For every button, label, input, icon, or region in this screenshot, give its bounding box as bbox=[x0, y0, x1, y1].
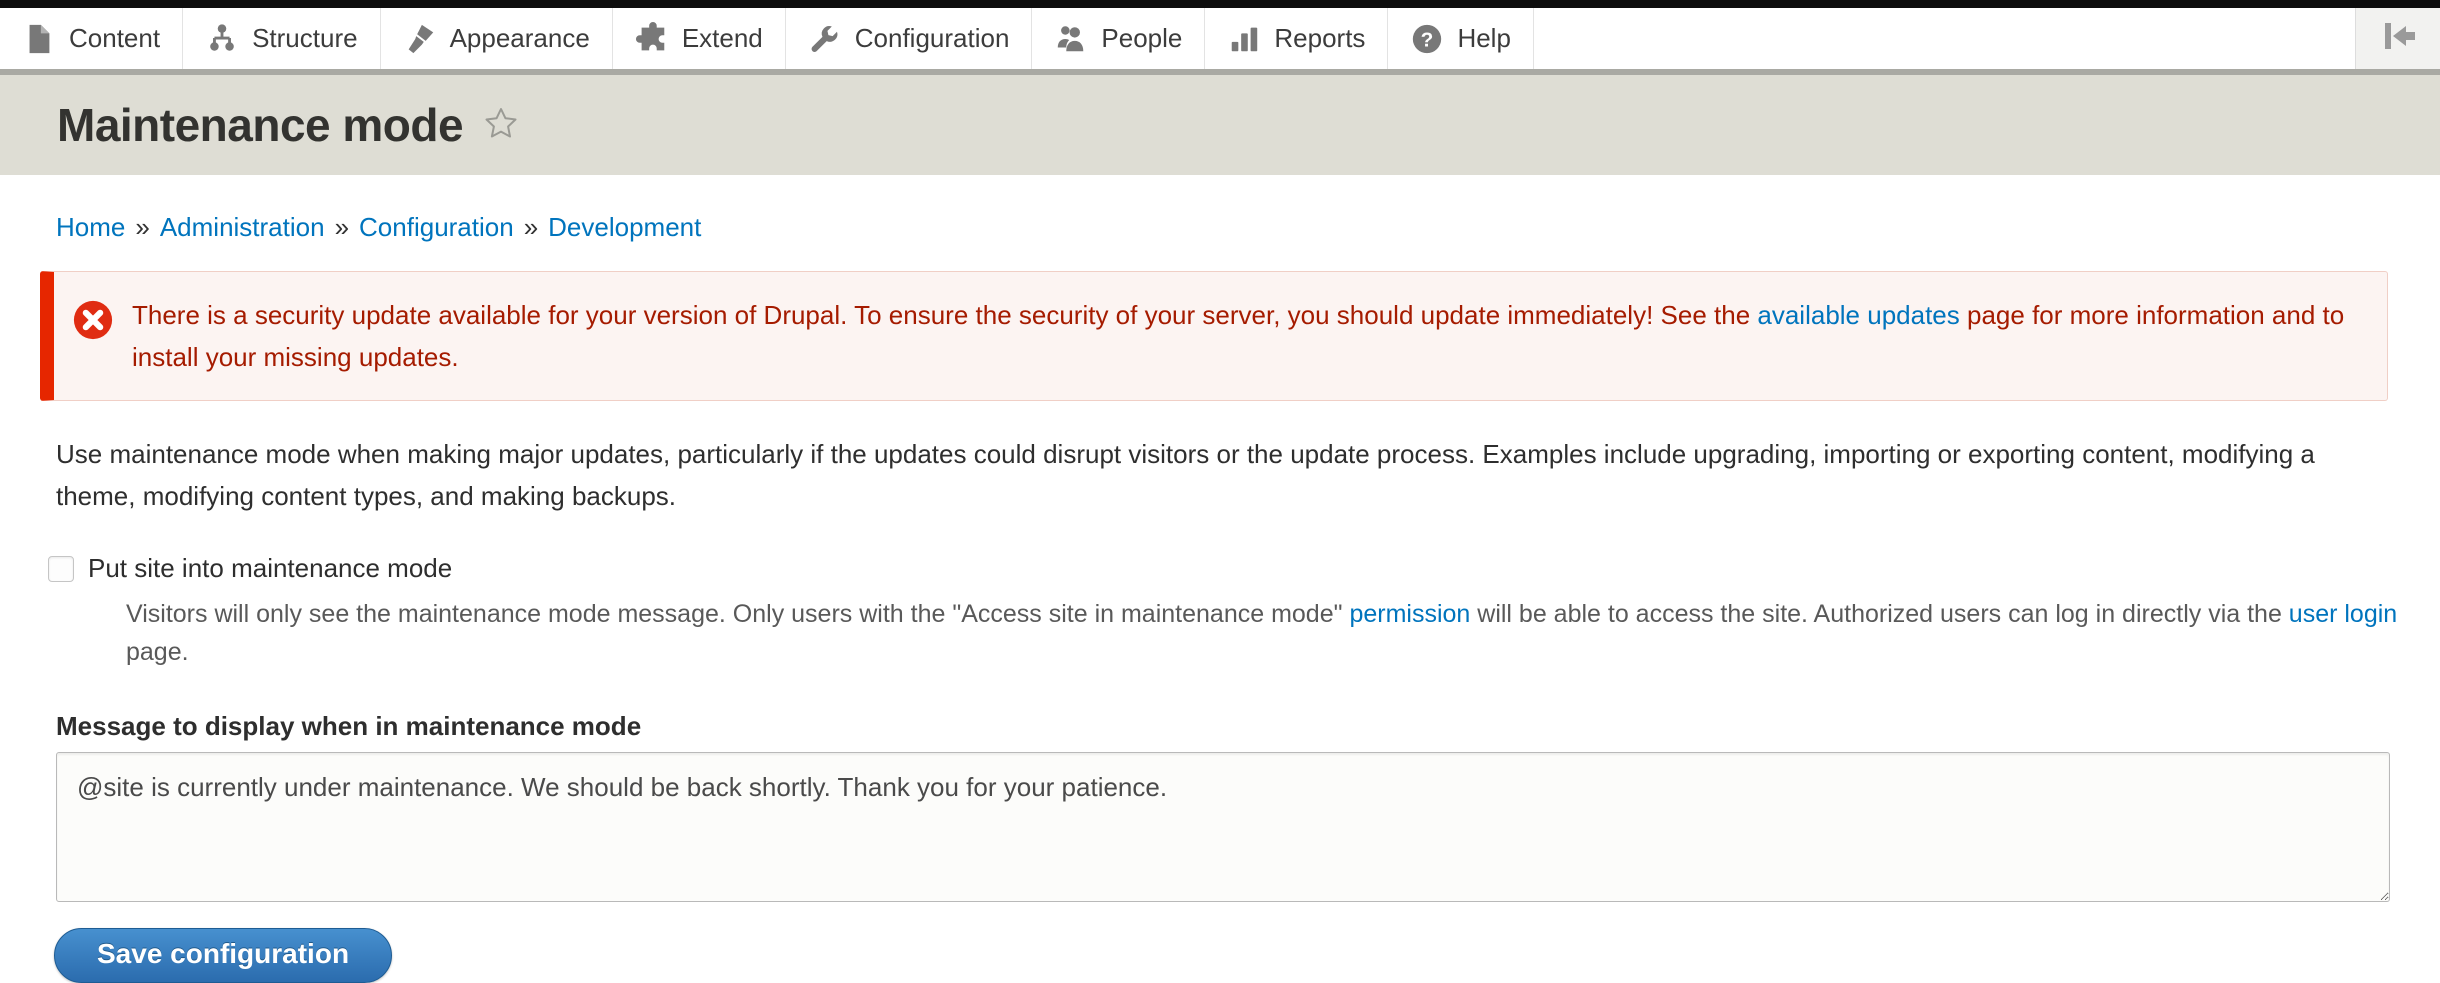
toolbar-item-label: Appearance bbox=[450, 23, 590, 54]
permission-link[interactable]: permission bbox=[1349, 600, 1470, 628]
toolbar-item-help[interactable]: ? Help bbox=[1388, 8, 1533, 69]
bar-chart-icon bbox=[1227, 22, 1261, 56]
people-icon bbox=[1054, 22, 1088, 56]
collapse-left-icon bbox=[2376, 17, 2420, 60]
save-configuration-button[interactable]: Save configuration bbox=[54, 928, 392, 983]
breadcrumb-link-home[interactable]: Home bbox=[56, 212, 125, 242]
maintenance-message-textarea[interactable]: @site is currently under maintenance. We… bbox=[56, 752, 2390, 902]
svg-text:?: ? bbox=[1421, 28, 1434, 51]
user-login-link[interactable]: user login bbox=[2289, 600, 2397, 628]
toolbar-item-appearance[interactable]: Appearance bbox=[381, 8, 613, 69]
admin-toolbar: Content Structure Appearance Extend bbox=[0, 8, 2440, 75]
maintenance-mode-intro: Use maintenance mode when making major u… bbox=[56, 433, 2400, 517]
description-text-2: will be able to access the site. Authori… bbox=[1470, 600, 2288, 628]
shortcut-star-toggle[interactable] bbox=[483, 105, 519, 146]
toolbar-item-label: Help bbox=[1457, 23, 1510, 54]
breadcrumb-separator: » bbox=[524, 212, 538, 242]
paintbrush-icon bbox=[403, 22, 437, 56]
maintenance-mode-checkbox-label[interactable]: Put site into maintenance mode bbox=[88, 553, 452, 584]
file-icon bbox=[22, 22, 56, 56]
toolbar-spacer bbox=[1534, 8, 2355, 69]
star-outline-icon bbox=[483, 105, 519, 146]
puzzle-icon bbox=[635, 22, 669, 56]
breadcrumb-link-administration[interactable]: Administration bbox=[160, 212, 325, 242]
maintenance-mode-checkbox-row: Put site into maintenance mode bbox=[48, 553, 2400, 584]
toolbar-item-structure[interactable]: Structure bbox=[183, 8, 381, 69]
error-icon bbox=[72, 299, 114, 378]
toolbar-item-label: Content bbox=[69, 23, 160, 54]
description-text-3: page. bbox=[126, 638, 189, 666]
page-title: Maintenance mode bbox=[57, 98, 463, 152]
page-header: Maintenance mode bbox=[0, 75, 2440, 175]
breadcrumb-separator: » bbox=[335, 212, 349, 242]
form-actions: Save configuration bbox=[54, 928, 2400, 983]
top-black-stripe bbox=[0, 0, 2440, 8]
error-message-text: There is a security update available for… bbox=[132, 294, 2357, 378]
breadcrumb-link-development[interactable]: Development bbox=[548, 212, 701, 242]
toolbar-item-content[interactable]: Content bbox=[0, 8, 183, 69]
main-content: Home » Administration » Configuration » Develo… bbox=[0, 175, 2440, 983]
message-field-label: Message to display when in maintenance m… bbox=[56, 711, 2400, 742]
sitemap-icon bbox=[205, 22, 239, 56]
description-text-1: Visitors will only see the maintenance m… bbox=[126, 600, 1349, 628]
error-message-box: There is a security update available for… bbox=[40, 271, 2388, 401]
error-text-before: There is a security update available for… bbox=[132, 300, 1757, 330]
toolbar-item-people[interactable]: People bbox=[1032, 8, 1205, 69]
toolbar-tray-toggle-button[interactable] bbox=[2355, 8, 2440, 69]
toolbar-item-label: People bbox=[1101, 23, 1182, 54]
maintenance-mode-checkbox[interactable] bbox=[48, 556, 74, 582]
toolbar-item-label: Extend bbox=[682, 23, 763, 54]
breadcrumb: Home » Administration » Configuration » Develo… bbox=[56, 212, 2400, 243]
available-updates-link[interactable]: available updates bbox=[1757, 300, 1959, 330]
breadcrumb-link-configuration[interactable]: Configuration bbox=[359, 212, 514, 242]
toolbar-item-extend[interactable]: Extend bbox=[613, 8, 786, 69]
breadcrumb-separator: » bbox=[135, 212, 149, 242]
toolbar-item-reports[interactable]: Reports bbox=[1205, 8, 1388, 69]
toolbar-item-label: Reports bbox=[1274, 23, 1365, 54]
wrench-icon bbox=[808, 22, 842, 56]
toolbar-item-configuration[interactable]: Configuration bbox=[786, 8, 1033, 69]
question-circle-icon: ? bbox=[1410, 22, 1444, 56]
toolbar-item-label: Configuration bbox=[855, 23, 1010, 54]
maintenance-mode-description: Visitors will only see the maintenance m… bbox=[126, 596, 2400, 671]
toolbar-item-label: Structure bbox=[252, 23, 358, 54]
